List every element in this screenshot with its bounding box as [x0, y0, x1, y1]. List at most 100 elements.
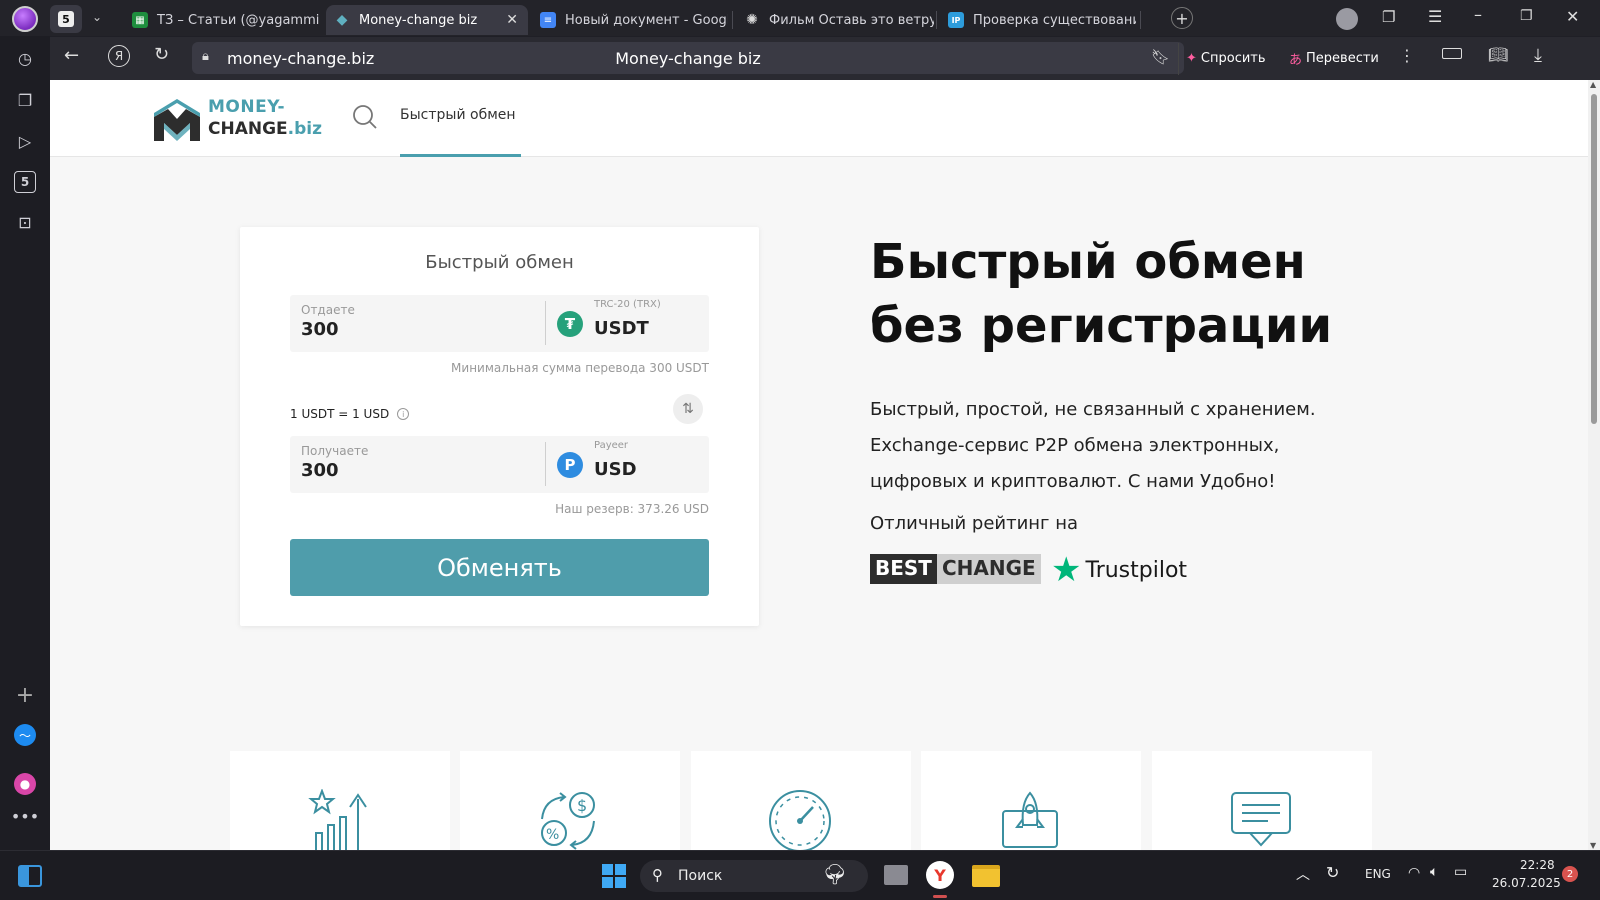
web-page: MONEY- CHANGE.biz Быстрый обмен Быстрый … [50, 80, 1588, 850]
bookmark-icon[interactable]: 🔖︎ [1151, 48, 1170, 66]
give-network: TRC-20 (TRX) [594, 299, 661, 310]
bestchange-change: CHANGE [936, 554, 1041, 584]
tab-sheets[interactable]: ▦ ТЗ – Статьи (@yagammi) [124, 5, 320, 35]
downloads-icon[interactable]: ⤓ [1534, 45, 1542, 66]
browser-profile-icon[interactable] [12, 6, 38, 32]
logo-mark-icon [154, 99, 200, 141]
widgets-icon[interactable] [18, 865, 42, 887]
scroll-down-icon[interactable]: ▼ [1590, 841, 1596, 850]
toolbar-divider [1178, 43, 1179, 75]
receive-amount-input[interactable]: 300 [301, 460, 339, 481]
more-icon[interactable]: ••• [11, 805, 39, 827]
language-indicator[interactable]: ENG [1365, 867, 1391, 881]
minimize-icon[interactable]: – [1474, 5, 1482, 24]
ask-button[interactable]: ✦ Спросить [1186, 46, 1266, 70]
give-amount-input[interactable]: 300 [301, 319, 339, 340]
yandex-browser-taskbar-icon[interactable]: Y [926, 861, 954, 889]
screenshot-icon[interactable]: ⊡ [14, 211, 36, 233]
exchange-button[interactable]: Обменять [290, 539, 709, 596]
menu-icon[interactable]: ☰ [1428, 7, 1442, 26]
field-divider [545, 442, 546, 486]
messenger-app-icon[interactable]: 〜 [14, 724, 36, 746]
exchange-title: Быстрый обмен [425, 252, 574, 273]
collections-icon[interactable]: ❐ [1382, 8, 1395, 26]
battery-saver-icon[interactable] [1442, 48, 1462, 59]
tab-money-change[interactable]: ◆ Money-change biz ✕ [326, 5, 528, 35]
scrollbar-thumb[interactable] [1591, 94, 1597, 424]
info-icon[interactable]: i [397, 408, 410, 420]
tab-film[interactable]: ✺ Фильм Оставь это ветру [736, 5, 934, 35]
restore-icon[interactable]: ❐ [1520, 8, 1533, 24]
nav-fast-exchange[interactable]: Быстрый обмен [400, 107, 516, 123]
tab-label: Новый документ - Google [565, 12, 728, 28]
feature-card [691, 751, 911, 850]
tray-overflow-icon[interactable]: ︿ [1296, 864, 1310, 884]
site-header: MONEY- CHANGE.biz Быстрый обмен [50, 80, 1588, 157]
trustpilot-star-icon: ★ [1051, 550, 1082, 590]
bestchange-badge[interactable]: BEST CHANGE [870, 554, 1041, 584]
tab-ip-check[interactable]: IP Проверка существовани [940, 5, 1136, 35]
search-highlight-bonsai-icon: 🌳︎ [822, 862, 848, 886]
site-logo[interactable]: MONEY- CHANGE.biz [150, 91, 322, 145]
logo-line-2: CHANGE.biz [208, 118, 322, 140]
back-icon[interactable]: ← [64, 45, 79, 66]
tabs-collection-icon[interactable]: ❐ [14, 89, 36, 111]
close-window-icon[interactable]: ✕ [1566, 7, 1579, 26]
sync-icon[interactable]: ↻ [1326, 863, 1339, 882]
exchange-percent-icon: $ % [541, 792, 595, 850]
close-tab-icon[interactable]: ✕ [506, 12, 518, 28]
new-tab-button[interactable]: + [1171, 7, 1193, 29]
volume-icon[interactable]: 🔈︎ [1430, 864, 1438, 880]
sidebar-app-5-icon[interactable]: 5 [14, 171, 36, 193]
tab-list-chevron-icon[interactable]: ⌄ [92, 10, 102, 24]
hero-description: Быстрый, простой, не связанный с хранени… [870, 392, 1340, 500]
windows-start-icon[interactable] [602, 864, 626, 888]
file-explorer-icon[interactable] [972, 865, 1000, 887]
tab-google-doc[interactable]: ≡ Новый документ - Google [532, 5, 728, 35]
reload-icon[interactable]: ↻ [154, 44, 169, 65]
clock-date[interactable]: 26.07.2025 [1492, 876, 1561, 890]
trustpilot-badge[interactable]: ★ Trustpilot [1051, 550, 1187, 590]
battery-icon[interactable]: ▭ [1454, 864, 1467, 880]
page-scrollbar[interactable]: ▲ ▼ [1588, 80, 1600, 850]
scroll-up-icon[interactable]: ▲ [1590, 80, 1596, 89]
exchange-card: Быстрый обмен Отдаете 300 ₮ TRC-20 (TRX)… [240, 227, 759, 626]
more-vertical-icon[interactable]: ⋮ [1399, 46, 1415, 65]
add-panel-icon[interactable]: + [14, 683, 36, 708]
video-play-icon[interactable]: ▷ [14, 130, 36, 152]
clock-time[interactable]: 22:28 [1520, 858, 1555, 872]
svg-text:%: % [546, 827, 559, 843]
logo-line-2-suffix: .biz [287, 119, 323, 139]
account-avatar-icon[interactable] [1336, 8, 1358, 30]
windows-taskbar: ⚲ Поиск 🌳︎ Y ︿ ↻ ENG ◠ 🔈︎ ▭ 22:28 26.07.… [0, 850, 1600, 900]
yandex-home-icon[interactable]: Я [108, 45, 130, 67]
ask-sparkle-icon: ✦ [1186, 50, 1197, 66]
receive-currency-select[interactable]: USD [594, 459, 637, 480]
taskbar-search-placeholder: Поиск [678, 868, 723, 884]
alice-assistant-icon[interactable]: ● [14, 773, 36, 795]
give-currency-select[interactable]: USDT [594, 318, 649, 339]
reader-mode-icon[interactable]: 📖︎ [1488, 45, 1508, 64]
page-title-text: Money-change biz [615, 49, 761, 68]
notification-badge[interactable]: 2 [1562, 866, 1578, 882]
wifi-icon[interactable]: ◠ [1408, 865, 1420, 881]
history-icon[interactable]: ◷ [14, 47, 36, 69]
receive-field[interactable]: Получаете 300 P Payeer USD [290, 436, 709, 493]
trustpilot-label: Trustpilot [1085, 557, 1188, 583]
give-field[interactable]: Отдаете 300 ₮ TRC-20 (TRX) USDT [290, 295, 709, 352]
address-bar[interactable]: 🔒︎ money-change.biz Money-change biz 🔖︎ [192, 42, 1184, 74]
tab-group-button[interactable]: 5 [50, 5, 82, 33]
task-view-icon[interactable] [884, 865, 908, 885]
taskbar-search[interactable]: ⚲ Поиск 🌳︎ [640, 860, 868, 892]
search-icon[interactable] [352, 104, 378, 134]
bestchange-best: BEST [870, 554, 937, 584]
translate-button[interactable]: あ Перевести [1289, 46, 1379, 70]
tab-label: Money-change biz [359, 12, 478, 28]
nav-active-underline [400, 154, 521, 157]
field-divider [545, 301, 546, 345]
hero-title-line-2: без регистрации [870, 298, 1333, 354]
swap-currencies-button[interactable]: ⇅ [673, 394, 703, 424]
min-amount-hint: Минимальная сумма перевода 300 USDT [451, 361, 709, 375]
google-sheets-icon: ▦ [132, 12, 148, 28]
site-favicon-icon: ◆ [336, 12, 348, 28]
